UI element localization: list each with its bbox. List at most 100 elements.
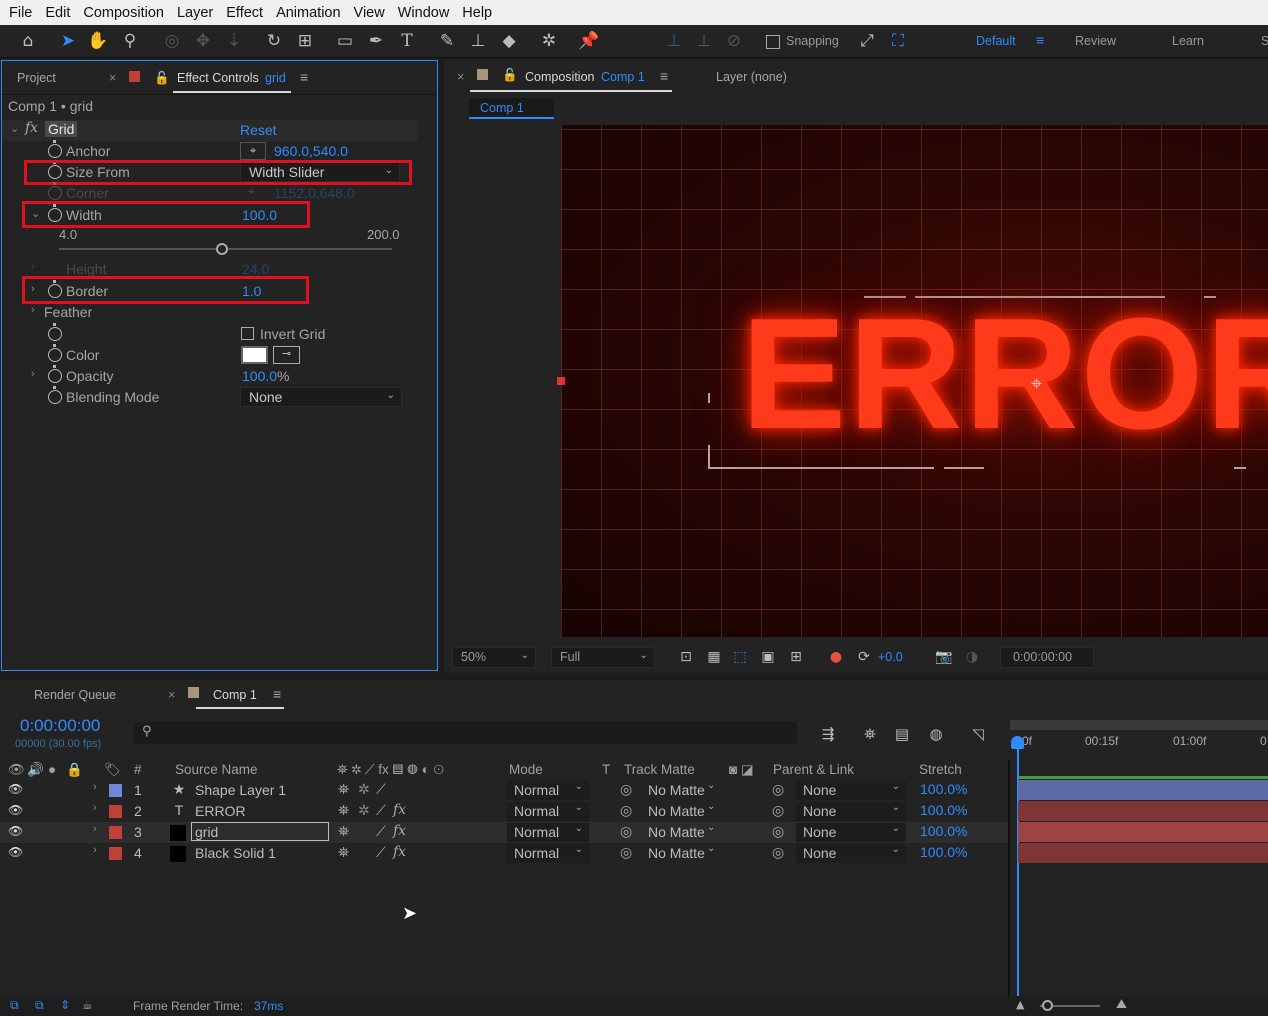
motion-blur-icon[interactable]: ◍ xyxy=(924,722,948,746)
eye-icon[interactable]: 👁 xyxy=(8,782,23,796)
lock-icon[interactable]: 🔓 xyxy=(502,68,518,83)
channels-icon[interactable]: ● xyxy=(824,645,848,669)
fx-icon[interactable]: fx xyxy=(25,120,38,136)
mode-dropdown[interactable]: Normal ⌄ xyxy=(507,802,589,821)
anchor-point-icon[interactable]: ⌖ xyxy=(1031,371,1042,395)
fx-icon[interactable]: fx xyxy=(393,823,406,839)
tab-project[interactable]: Project xyxy=(17,71,56,85)
close-icon[interactable]: × xyxy=(168,688,175,702)
tab-render-queue[interactable]: Render Queue xyxy=(34,688,116,702)
parent-dropdown[interactable]: None ⌄ xyxy=(796,844,906,863)
quality-icon[interactable]: ⟋ xyxy=(376,802,386,819)
label-color-swatch[interactable] xyxy=(109,847,122,860)
guides-icon[interactable]: ⊞ xyxy=(784,645,808,669)
close-icon[interactable]: × xyxy=(109,71,116,85)
work-area-bar[interactable] xyxy=(1010,720,1268,730)
pickwhip-icon[interactable]: ◎ xyxy=(772,823,784,840)
tab-effect-controls[interactable]: Effect Controls xyxy=(177,71,259,85)
stretch-value[interactable]: 100.0% xyxy=(920,844,967,860)
zoom-out-icon[interactable]: ▲ xyxy=(1016,998,1024,1011)
reset-link[interactable]: Reset xyxy=(240,122,277,138)
panel-menu-icon[interactable]: ≡ xyxy=(660,68,668,84)
mask-visibility-icon[interactable]: ⬚ xyxy=(728,645,752,669)
chevron-down-icon[interactable]: ⌄ xyxy=(707,822,715,833)
chevron-right-icon[interactable]: › xyxy=(93,781,97,793)
crosshair-icon[interactable]: ⌖ xyxy=(240,142,266,160)
source-name-header[interactable]: Source Name xyxy=(175,762,258,777)
transparency-grid-icon[interactable]: ▦ xyxy=(702,645,726,669)
track-matte-value[interactable]: No Matte xyxy=(648,782,705,798)
fast-previews-icon[interactable]: ⊡ xyxy=(674,645,698,669)
snap-options-icon[interactable]: ⤢ xyxy=(855,29,879,53)
fx-icon[interactable]: fx xyxy=(393,844,406,860)
stopwatch-icon[interactable] xyxy=(48,140,62,158)
show-snapshot-icon[interactable]: ◑ xyxy=(960,645,984,669)
stopwatch-icon[interactable] xyxy=(48,386,62,404)
stretch-value[interactable]: 100.0% xyxy=(920,823,967,839)
chevron-right-icon[interactable]: › xyxy=(93,844,97,856)
collapse-icon[interactable]: ✲ xyxy=(358,802,370,819)
menu-help[interactable]: Help xyxy=(462,5,492,21)
zoom-dropdown[interactable]: 50% ⌄ xyxy=(452,647,536,668)
blending-mode-dropdown[interactable]: None ⌄ xyxy=(240,387,402,407)
menu-window[interactable]: Window xyxy=(398,5,450,21)
eye-icon[interactable]: 👁 xyxy=(8,845,23,859)
search-input[interactable]: ⚲ xyxy=(134,722,797,744)
workspace-learn[interactable]: Learn xyxy=(1172,34,1204,48)
transfer-controls-toggle-icon[interactable]: ⧉ xyxy=(35,998,44,1013)
layer-name[interactable]: Black Solid 1 xyxy=(195,845,276,861)
label-color-swatch[interactable] xyxy=(109,805,122,818)
panel-menu-icon[interactable]: ≡ xyxy=(273,686,281,702)
pickwhip-icon[interactable]: ◎ xyxy=(620,802,632,819)
menu-composition[interactable]: Composition xyxy=(83,5,164,21)
stretch-value[interactable]: 100.0% xyxy=(920,802,967,818)
frame-blending-icon[interactable]: ▤ xyxy=(890,722,914,746)
workspace-review[interactable]: Review xyxy=(1075,34,1116,48)
layer-row[interactable]: 👁 › 4 Black Solid 1 ⛯ ⟋ fx Normal ⌄ ◎ No Matte ⌄ ◎ No… xyxy=(0,843,1008,864)
axis-view-icon[interactable]: ⊘ xyxy=(722,29,746,53)
menu-view[interactable]: View xyxy=(354,5,385,21)
pickwhip-icon[interactable]: ◎ xyxy=(620,781,632,798)
playhead[interactable] xyxy=(1017,738,1019,996)
layer-name[interactable]: grid xyxy=(191,822,329,841)
lock-icon[interactable]: 🔓 xyxy=(154,71,170,86)
timecode-field[interactable]: 0:00:00:00 xyxy=(1000,647,1094,668)
layer-duration-bar[interactable] xyxy=(1018,780,1268,800)
layer-duration-bar[interactable] xyxy=(1018,822,1268,842)
tab-layer[interactable]: Layer (none) xyxy=(716,70,787,84)
stopwatch-icon[interactable] xyxy=(48,323,62,341)
timeline-zoom-handle[interactable] xyxy=(1042,1000,1053,1011)
tab-effect-controls-target[interactable]: grid xyxy=(265,71,286,85)
property-value[interactable]: 960.0,540.0 xyxy=(274,143,348,159)
chevron-down-icon[interactable]: ⌄ xyxy=(707,801,715,812)
selection-tool-icon[interactable]: ➤ xyxy=(56,29,80,53)
mode-dropdown[interactable]: Normal ⌄ xyxy=(507,781,589,800)
hand-tool-icon[interactable]: ✋ xyxy=(86,29,110,53)
eye-icon[interactable]: 👁 xyxy=(8,803,23,817)
stopwatch-icon[interactable] xyxy=(48,344,62,362)
quality-icon[interactable]: ⟋ xyxy=(376,781,386,798)
orbit-tool-icon[interactable]: ◎ xyxy=(160,29,184,53)
axis-local-icon[interactable]: ⊥ xyxy=(662,29,686,53)
chevron-right-icon[interactable]: › xyxy=(31,304,35,316)
brush-tool-icon[interactable]: ✎ xyxy=(435,29,459,53)
mode-dropdown[interactable]: Normal ⌄ xyxy=(507,823,589,842)
draft-3d-icon[interactable]: ⛯ xyxy=(858,722,882,746)
track-matte-value[interactable]: No Matte xyxy=(648,824,705,840)
pickwhip-icon[interactable]: ◎ xyxy=(620,823,632,840)
layer-row[interactable]: 👁 › 3 grid ⛯ ⟋ fx Normal ⌄ ◎ No Matte ⌄ ◎ None ⌄ 100.0% xyxy=(0,822,1008,843)
label-color-swatch[interactable] xyxy=(109,784,122,797)
shy-icon[interactable]: ⛯ xyxy=(338,844,349,861)
pan-tool-icon[interactable]: ✥ xyxy=(191,29,215,53)
parent-dropdown[interactable]: None ⌄ xyxy=(796,802,906,821)
snapshot-icon[interactable]: 📷 xyxy=(932,645,956,669)
chevron-right-icon[interactable]: › xyxy=(93,802,97,814)
menu-file[interactable]: File xyxy=(9,5,32,21)
playhead-handle[interactable] xyxy=(1011,736,1024,749)
parent-dropdown[interactable]: None ⌄ xyxy=(796,781,906,800)
layer-switches-toggle-icon[interactable]: ⧉ xyxy=(10,998,19,1013)
property-value[interactable]: 100.0 xyxy=(242,368,277,384)
menu-effect[interactable]: Effect xyxy=(226,5,263,21)
close-icon[interactable]: × xyxy=(457,70,464,84)
shy-icon[interactable]: ⛯ xyxy=(338,802,349,819)
